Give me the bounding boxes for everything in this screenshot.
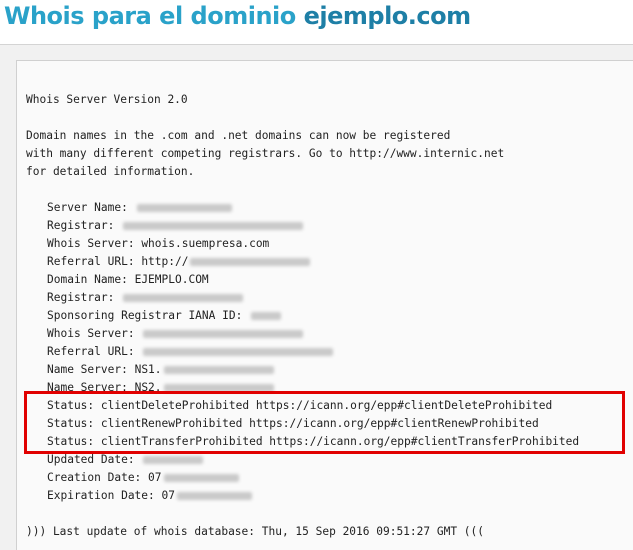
whois-record-row: Registrar: xyxy=(47,289,244,307)
whois-record-label: Referral URL: xyxy=(47,345,135,358)
whois-record-label: Registrar: xyxy=(47,291,115,304)
whois-record-label: Registrar: xyxy=(47,219,115,232)
whois-intro-line-1: Domain names in the .com and .net domain… xyxy=(26,129,451,142)
whois-intro-line-2: with many different competing registrars… xyxy=(26,147,505,160)
whois-record-row: Registrar: xyxy=(47,217,304,235)
whois-record-value: NS1. xyxy=(134,363,162,376)
redacted-value xyxy=(143,456,204,464)
redacted-value xyxy=(190,258,311,266)
whois-record-label: Referral URL: xyxy=(47,255,135,268)
whois-record-label: Whois Server: xyxy=(47,237,135,250)
whois-record-value: 07 xyxy=(161,489,176,502)
whois-last-update: ))) Last update of whois database: Thu, … xyxy=(26,525,485,538)
page-title-prefix: Whois para el dominio xyxy=(4,2,304,30)
whois-record-row: Referral URL: xyxy=(47,343,334,361)
whois-record-label: Domain Name: xyxy=(47,273,128,286)
whois-record-label: Sponsoring Registrar IANA ID: xyxy=(47,309,243,322)
redacted-value xyxy=(251,312,282,320)
page-title: Whois para el dominio ejemplo.com xyxy=(4,2,471,30)
redacted-value xyxy=(177,492,253,500)
whois-record-label: Expiration Date: xyxy=(47,489,155,502)
whois-record-row: Sponsoring Registrar IANA ID: xyxy=(47,307,282,325)
whois-record-value: http:// xyxy=(141,255,189,268)
whois-version: Whois Server Version 2.0 xyxy=(26,93,188,106)
whois-intro-line-3: for detailed information. xyxy=(26,165,195,178)
redacted-value xyxy=(143,348,334,356)
status-highlight-box xyxy=(24,391,625,454)
whois-record-label: Whois Server: xyxy=(47,327,135,340)
redacted-value xyxy=(163,366,274,374)
whois-record-label: Server Name: xyxy=(47,201,128,214)
whois-record-row: Server Name: xyxy=(47,199,232,217)
whois-record-value: whois.suempresa.com xyxy=(141,237,270,250)
whois-record-row: Domain Name: EJEMPLO.COM xyxy=(47,271,209,289)
whois-record-value: 07 xyxy=(148,471,162,484)
redacted-value xyxy=(123,222,304,230)
redacted-value xyxy=(143,330,304,338)
page-title-domain: ejemplo.com xyxy=(303,2,472,30)
whois-record-row: Referral URL: http:// xyxy=(47,253,311,271)
redacted-value xyxy=(163,474,239,482)
whois-record-label: Updated Date: xyxy=(47,453,135,466)
redacted-value xyxy=(136,204,232,212)
whois-record-row: Whois Server: xyxy=(47,325,304,343)
whois-record-label: Creation Date: xyxy=(47,471,142,484)
whois-record-value: EJEMPLO.COM xyxy=(134,273,209,286)
redacted-value xyxy=(123,294,244,302)
whois-record-row: Name Server: NS1. xyxy=(47,361,274,379)
whois-record-row: Creation Date: 07 xyxy=(47,469,239,487)
whois-record-label: Name Server: xyxy=(47,363,128,376)
whois-record-row: Whois Server: whois.suempresa.com xyxy=(47,235,269,253)
whois-record-row: Expiration Date: 07 xyxy=(47,487,253,505)
